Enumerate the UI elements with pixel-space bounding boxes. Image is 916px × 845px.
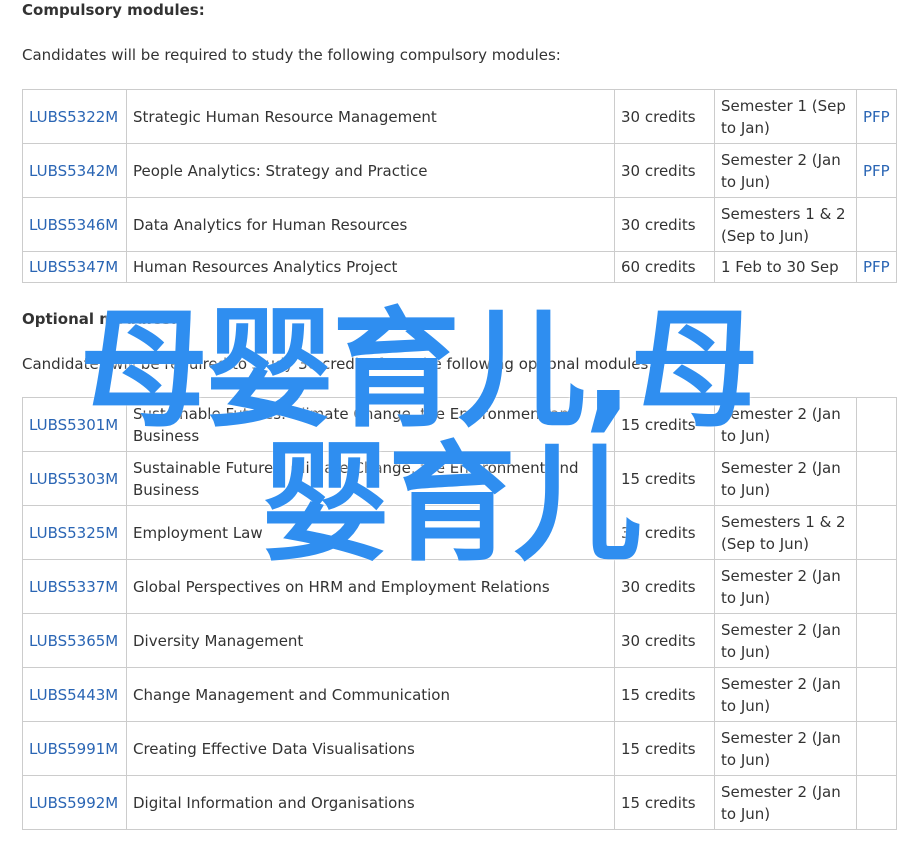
module-credits: 15 credits <box>614 451 715 506</box>
table-row: LUBS5337M Global Perspectives on HRM and… <box>22 559 897 614</box>
pfp-empty <box>856 397 897 452</box>
module-credits: 60 credits <box>614 251 715 283</box>
pfp-empty <box>856 613 897 668</box>
module-title: Digital Information and Organisations <box>126 775 615 830</box>
module-credits: 30 credits <box>614 143 715 198</box>
module-code-link[interactable]: LUBS5443M <box>29 686 118 704</box>
module-semester: Semester 2 (Jan to Jun) <box>714 667 857 722</box>
table-row: LUBS5365M Diversity Management 30 credit… <box>22 613 897 668</box>
module-code-link[interactable]: LUBS5303M <box>29 470 118 488</box>
table-row: LUBS5992M Digital Information and Organi… <box>22 775 897 830</box>
pfp-empty <box>856 559 897 614</box>
module-semester: Semester 2 (Jan to Jun) <box>714 613 857 668</box>
module-credits: 30 credits <box>614 197 715 252</box>
pfp-empty <box>856 721 897 776</box>
module-title: People Analytics: Strategy and Practice <box>126 143 615 198</box>
compulsory-intro: Candidates will be required to study the… <box>22 46 561 64</box>
module-credits: 15 credits <box>614 775 715 830</box>
module-code-link[interactable]: LUBS5346M <box>29 216 118 234</box>
module-title: Diversity Management <box>126 613 615 668</box>
module-code-link[interactable]: LUBS5322M <box>29 108 118 126</box>
module-semester: Semester 2 (Jan to Jun) <box>714 559 857 614</box>
module-credits: 15 credits <box>614 667 715 722</box>
module-title: Change Management and Communication <box>126 667 615 722</box>
pfp-empty <box>856 667 897 722</box>
table-row: LUBS5322M Strategic Human Resource Manag… <box>22 89 897 144</box>
module-code-link[interactable]: LUBS5347M <box>29 258 118 276</box>
pfp-empty <box>856 505 897 560</box>
table-row: LUBS5347M Human Resources Analytics Proj… <box>22 251 897 283</box>
module-semester: 1 Feb to 30 Sep <box>714 251 857 283</box>
module-title: Employment Law <box>126 505 615 560</box>
module-semester: Semester 2 (Jan to Jun) <box>714 143 857 198</box>
module-semester: Semester 2 (Jan to Jun) <box>714 451 857 506</box>
module-code-link[interactable]: LUBS5991M <box>29 740 118 758</box>
table-row: LUBS5443M Change Management and Communic… <box>22 667 897 722</box>
table-row: LUBS5991M Creating Effective Data Visual… <box>22 721 897 776</box>
module-code-link[interactable]: LUBS5301M <box>29 416 118 434</box>
module-semester: Semester 2 (Jan to Jun) <box>714 775 857 830</box>
table-row: LUBS5301M Sustainable Futures: Climate C… <box>22 397 897 452</box>
module-credits: 15 credits <box>614 397 715 452</box>
module-credits: 30 credits <box>614 613 715 668</box>
module-title: Sustainable Futures: Climate Change, the… <box>126 451 615 506</box>
module-title: Human Resources Analytics Project <box>126 251 615 283</box>
optional-heading: Optional modules: <box>22 310 177 328</box>
table-row: LUBS5342M People Analytics: Strategy and… <box>22 143 897 198</box>
pfp-empty <box>856 197 897 252</box>
pfp-empty <box>856 451 897 506</box>
module-semester: Semester 2 (Jan to Jun) <box>714 397 857 452</box>
pfp-link[interactable]: PFP <box>863 258 890 276</box>
module-semester: Semesters 1 & 2 (Sep to Jun) <box>714 197 857 252</box>
module-title: Strategic Human Resource Management <box>126 89 615 144</box>
pfp-empty <box>856 775 897 830</box>
module-credits: 30 credits <box>614 505 715 560</box>
optional-intro: Candidates will be required to study 30 … <box>22 355 654 373</box>
module-credits: 30 credits <box>614 89 715 144</box>
module-code-link[interactable]: LUBS5325M <box>29 524 118 542</box>
compulsory-modules-table: LUBS5322M Strategic Human Resource Manag… <box>22 89 897 283</box>
module-semester: Semester 1 (Sep to Jan) <box>714 89 857 144</box>
table-row: LUBS5346M Data Analytics for Human Resou… <box>22 197 897 252</box>
module-code-link[interactable]: LUBS5337M <box>29 578 118 596</box>
compulsory-heading: Compulsory modules: <box>22 1 205 19</box>
module-semester: Semester 2 (Jan to Jun) <box>714 721 857 776</box>
module-semester: Semesters 1 & 2 (Sep to Jun) <box>714 505 857 560</box>
module-credits: 15 credits <box>614 721 715 776</box>
table-row: LUBS5303M Sustainable Futures: Climate C… <box>22 451 897 506</box>
table-row: LUBS5325M Employment Law 30 credits Seme… <box>22 505 897 560</box>
module-title: Global Perspectives on HRM and Employmen… <box>126 559 615 614</box>
module-code-link[interactable]: LUBS5365M <box>29 632 118 650</box>
module-code-link[interactable]: LUBS5342M <box>29 162 118 180</box>
pfp-link[interactable]: PFP <box>863 108 890 126</box>
optional-modules-table: LUBS5301M Sustainable Futures: Climate C… <box>22 397 897 830</box>
module-title: Data Analytics for Human Resources <box>126 197 615 252</box>
module-title: Sustainable Futures: Climate Change, the… <box>126 397 615 452</box>
module-code-link[interactable]: LUBS5992M <box>29 794 118 812</box>
module-title: Creating Effective Data Visualisations <box>126 721 615 776</box>
module-credits: 30 credits <box>614 559 715 614</box>
pfp-link[interactable]: PFP <box>863 162 890 180</box>
